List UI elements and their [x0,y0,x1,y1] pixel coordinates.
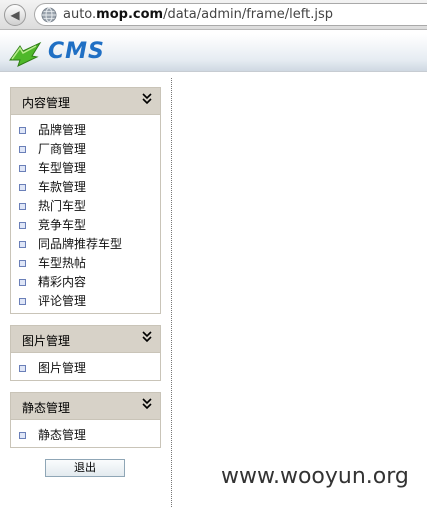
menu-item-label: 车款管理 [38,180,87,194]
address-bar[interactable]: auto.mop.com/data/admin/frame/left.jsp [34,3,427,26]
menu-item-label: 竞争车型 [38,218,87,232]
panel-title: 内容管理 [22,96,71,110]
menu-item-images[interactable]: 图片管理 [11,359,160,378]
panel-header[interactable]: 静态管理 [11,393,160,420]
cms-header: CMS [0,34,427,72]
menu-item-label: 精彩内容 [38,275,87,289]
bullet-icon [19,203,26,210]
panel-header[interactable]: 内容管理 [11,88,160,115]
url-domain: mop.com [96,7,164,22]
double-chevron-down-icon[interactable] [142,398,152,410]
menu-item-label: 评论管理 [38,294,87,308]
menu-item-label: 图片管理 [38,361,87,375]
panel-header[interactable]: 图片管理 [11,326,160,353]
bullet-icon [19,146,26,153]
url-text: auto.mop.com/data/admin/frame/left.jsp [63,7,333,22]
cms-logo-text: CMS [48,39,105,64]
menu-item-same-brand-recommend[interactable]: 同品牌推荐车型 [11,235,160,254]
menu-item-brand[interactable]: 品牌管理 [11,121,160,140]
menu-item-label: 品牌管理 [38,123,87,137]
menu-item-competitor-models[interactable]: 竞争车型 [11,216,160,235]
double-chevron-down-icon[interactable] [142,93,152,105]
bullet-icon [19,298,26,305]
frame-divider [171,78,172,507]
bullet-icon [19,241,26,248]
browser-toolbar: ◀ auto.mop.com/data/admin/frame/left.jsp [0,0,427,30]
menu-item-manufacturer[interactable]: 厂商管理 [11,140,160,159]
panel-content-management: 内容管理 品牌管理 厂商管理 车型管理 车款管理 热门车型 竞争车型 同品牌推荐… [10,87,161,314]
bullet-icon [19,184,26,191]
menu-item-popular-models[interactable]: 热门车型 [11,197,160,216]
menu-list: 图片管理 [11,353,160,380]
panel-title: 图片管理 [22,334,71,348]
bullet-icon [19,365,26,372]
bullet-icon [19,165,26,172]
menu-item-model-hot-posts[interactable]: 车型热帖 [11,254,160,273]
menu-item-label: 热门车型 [38,199,87,213]
panel-image-management: 图片管理 图片管理 [10,325,161,381]
globe-icon [41,7,57,22]
bullet-icon [19,222,26,229]
panel-static-management: 静态管理 静态管理 [10,392,161,448]
menu-item-variant[interactable]: 车款管理 [11,178,160,197]
back-button[interactable]: ◀ [4,4,26,26]
menu-item-model[interactable]: 车型管理 [11,159,160,178]
menu-list: 静态管理 [11,420,160,447]
url-prefix: auto. [63,7,97,22]
menu-item-featured-content[interactable]: 精彩内容 [11,273,160,292]
url-path: /data/admin/frame/left.jsp [163,7,333,22]
watermark-text: www.wooyun.org [221,464,409,489]
menu-item-label: 车型管理 [38,161,87,175]
bullet-icon [19,279,26,286]
back-arrow-icon: ◀ [10,8,20,22]
bullet-icon [19,127,26,134]
bullet-icon [19,432,26,439]
menu-item-label: 车型热帖 [38,256,87,270]
logout-button[interactable]: 退出 [45,459,125,477]
arrow-logo-icon [9,41,42,67]
bullet-icon [19,260,26,267]
menu-list: 品牌管理 厂商管理 车型管理 车款管理 热门车型 竞争车型 同品牌推荐车型 车型… [11,115,160,313]
menu-item-static[interactable]: 静态管理 [11,426,160,445]
menu-item-label: 同品牌推荐车型 [38,237,123,251]
double-chevron-down-icon[interactable] [142,331,152,343]
menu-item-label: 厂商管理 [38,142,87,156]
menu-item-comments[interactable]: 评论管理 [11,292,160,311]
panel-title: 静态管理 [22,401,71,415]
menu-item-label: 静态管理 [38,428,87,442]
